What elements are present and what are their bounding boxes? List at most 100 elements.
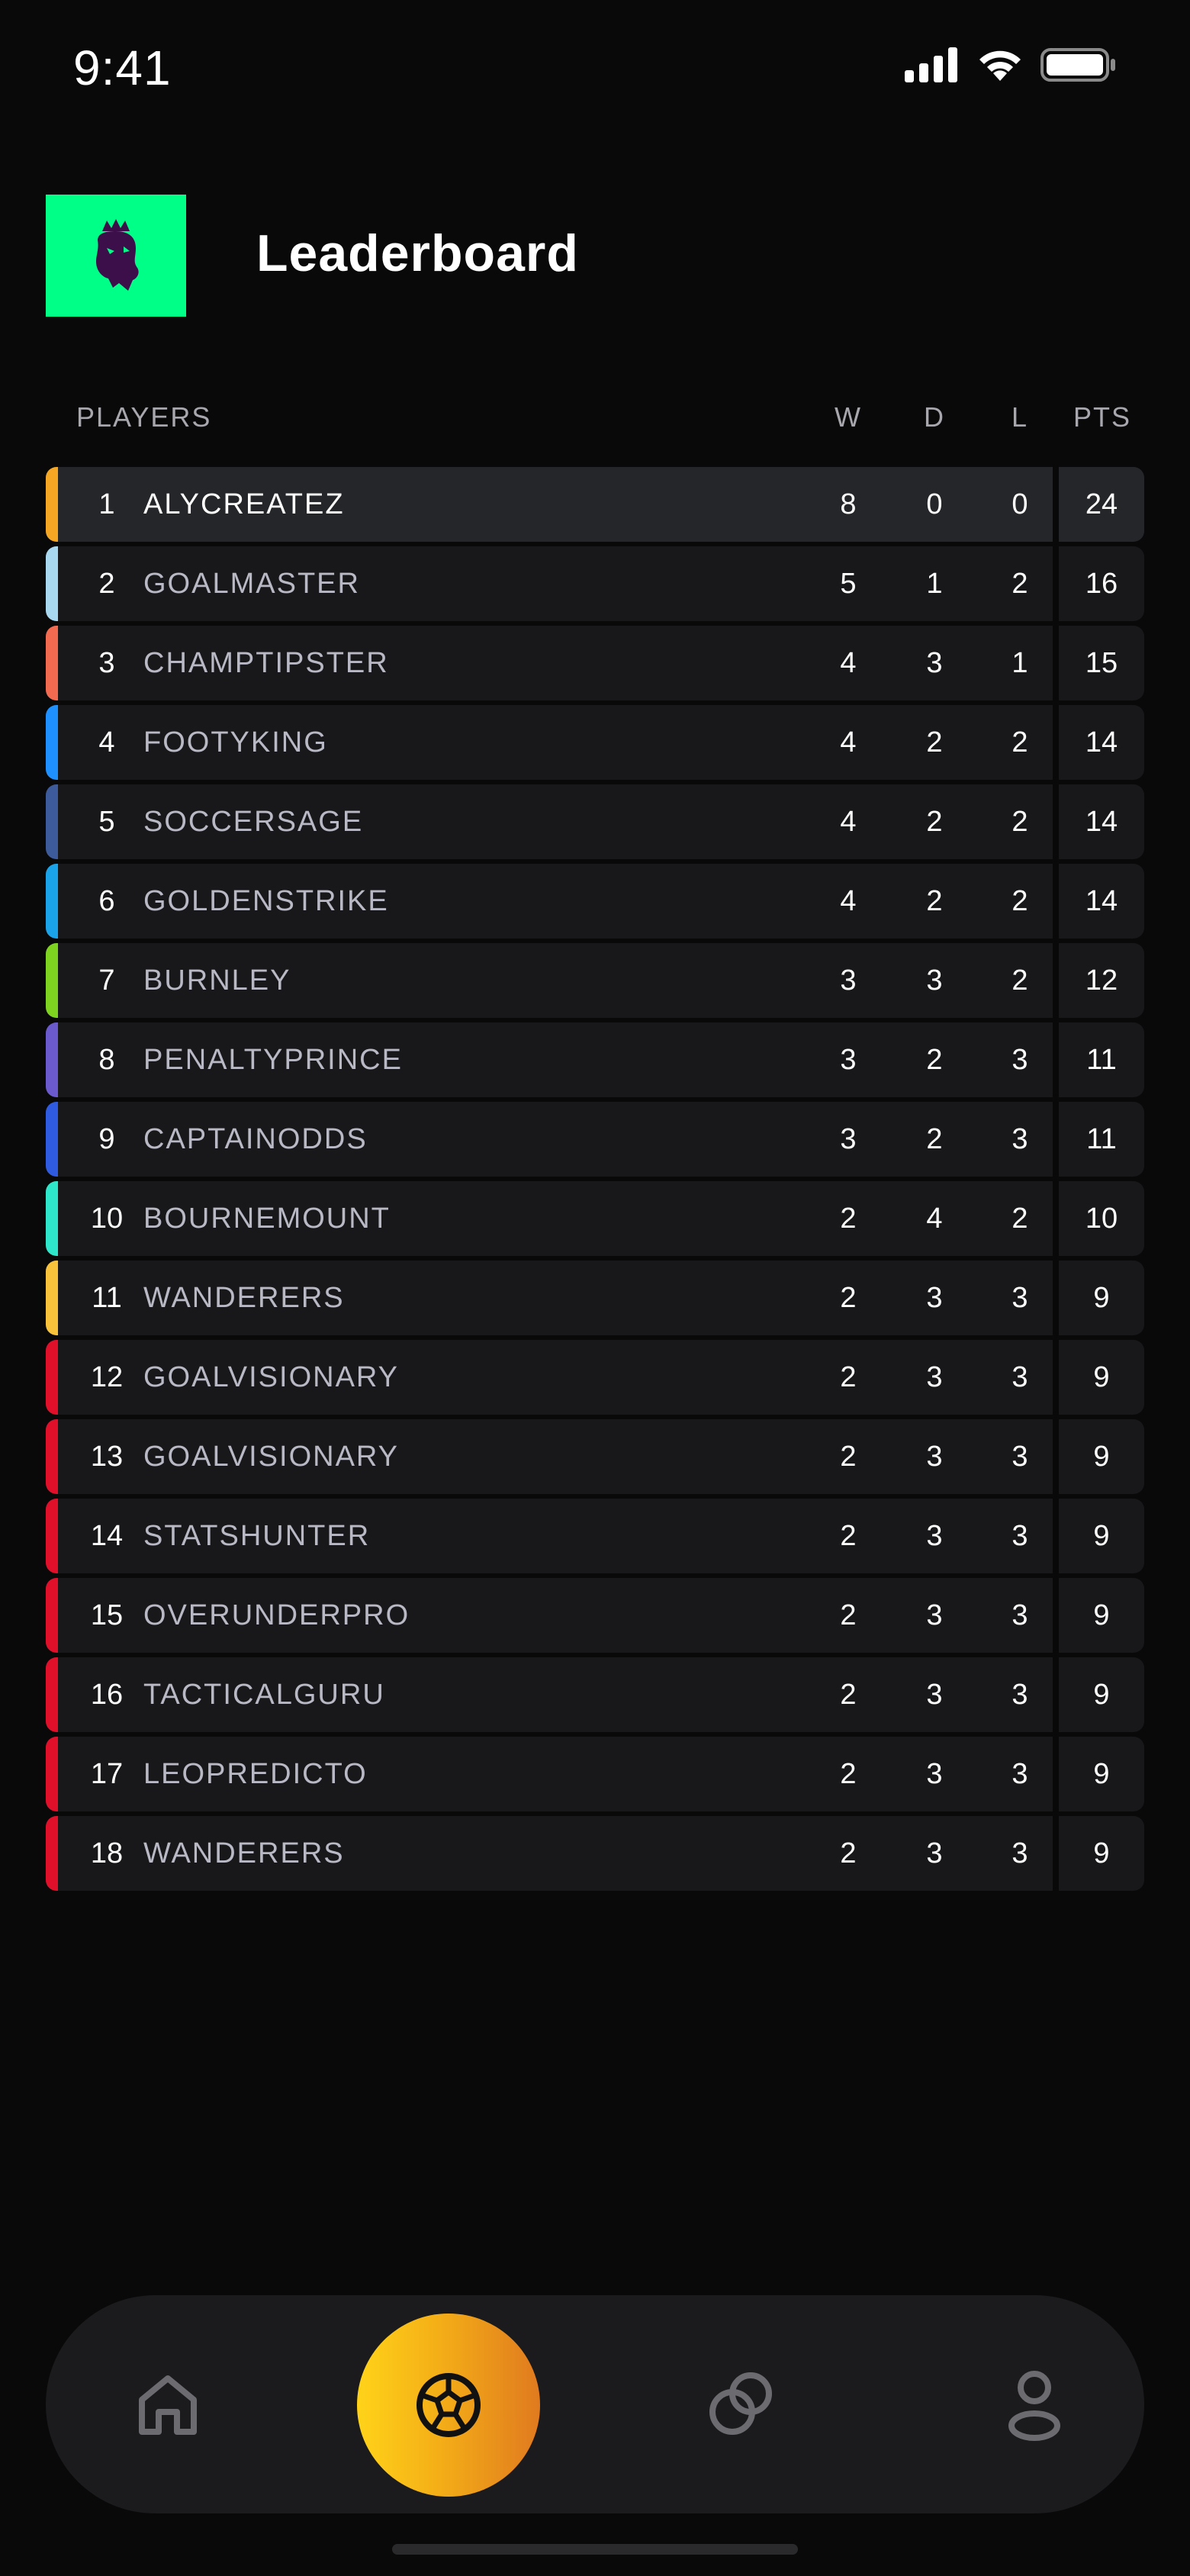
row-player-name: PENALTYPRINCE xyxy=(143,1043,403,1076)
row-wins: 3 xyxy=(840,1122,857,1155)
row-points: 14 xyxy=(1059,784,1144,859)
row-draws: 4 xyxy=(926,1202,943,1235)
table-row[interactable]: 12 GOALVISIONARY 2 3 3 9 xyxy=(46,1340,1144,1415)
row-main: 14 STATSHUNTER 2 3 3 xyxy=(46,1499,1053,1573)
row-player-name: TACTICALGURU xyxy=(143,1678,385,1711)
table-row[interactable]: 6 GOLDENSTRIKE 4 2 2 14 xyxy=(46,864,1144,939)
row-wins: 2 xyxy=(840,1440,857,1473)
row-wins: 2 xyxy=(840,1599,857,1631)
row-wins: 2 xyxy=(840,1519,857,1552)
team-color-accent xyxy=(46,1737,58,1811)
row-main: 12 GOALVISIONARY 2 3 3 xyxy=(46,1340,1053,1415)
row-rank: 1 xyxy=(98,488,115,520)
row-main: 13 GOALVISIONARY 2 3 3 xyxy=(46,1419,1053,1494)
row-losses: 3 xyxy=(1011,1281,1028,1314)
team-color-accent xyxy=(46,1261,58,1335)
team-color-accent xyxy=(46,943,58,1018)
table-row[interactable]: 11 WANDERERS 2 3 3 9 xyxy=(46,1261,1144,1335)
row-draws: 3 xyxy=(926,646,943,679)
table-row[interactable]: 10 BOURNEMOUNT 2 4 2 10 xyxy=(46,1181,1144,1256)
row-rank: 11 xyxy=(92,1281,122,1314)
row-points: 9 xyxy=(1059,1737,1144,1811)
row-main: 5 SOCCERSAGE 4 2 2 xyxy=(46,784,1053,859)
column-header-points: PTS xyxy=(1073,401,1131,433)
row-rank: 10 xyxy=(90,1202,124,1235)
row-wins: 3 xyxy=(840,1043,857,1076)
compare-icon xyxy=(709,2372,772,2435)
table-row[interactable]: 9 CAPTAINODDS 3 2 3 11 xyxy=(46,1102,1144,1177)
row-draws: 2 xyxy=(926,884,943,917)
row-wins: 2 xyxy=(840,1837,857,1869)
table-row[interactable]: 15 OVERUNDERPRO 2 3 3 9 xyxy=(46,1578,1144,1653)
row-rank: 7 xyxy=(98,964,115,997)
row-losses: 3 xyxy=(1011,1360,1028,1393)
row-draws: 2 xyxy=(926,1122,943,1155)
table-row[interactable]: 1 ALYCREATEZ 8 0 0 24 xyxy=(46,467,1144,542)
table-row[interactable]: 7 BURNLEY 3 3 2 12 xyxy=(46,943,1144,1018)
row-player-name: ALYCREATEZ xyxy=(143,488,345,520)
row-main: 6 GOLDENSTRIKE 4 2 2 xyxy=(46,864,1053,939)
table-row[interactable]: 3 CHAMPTIPSTER 4 3 1 15 xyxy=(46,626,1144,700)
nav-predictions-button[interactable] xyxy=(357,2314,540,2497)
nav-compare-button[interactable] xyxy=(687,2295,793,2513)
row-main: 10 BOURNEMOUNT 2 4 2 xyxy=(46,1181,1053,1256)
row-draws: 3 xyxy=(926,1281,943,1314)
row-points: 9 xyxy=(1059,1419,1144,1494)
row-losses: 0 xyxy=(1011,488,1028,520)
row-draws: 3 xyxy=(926,1360,943,1393)
table-row[interactable]: 17 LEOPREDICTO 2 3 3 9 xyxy=(46,1737,1144,1811)
row-points: 9 xyxy=(1059,1261,1144,1335)
team-color-accent xyxy=(46,705,58,780)
row-main: 16 TACTICALGURU 2 3 3 xyxy=(46,1657,1053,1732)
lion-crest-icon xyxy=(96,219,139,291)
nav-home-button[interactable] xyxy=(114,2295,221,2513)
row-player-name: STATSHUNTER xyxy=(143,1519,371,1552)
team-color-accent xyxy=(46,1578,58,1653)
row-points: 11 xyxy=(1059,1102,1144,1177)
team-color-accent xyxy=(46,1419,58,1494)
row-player-name: WANDERERS xyxy=(143,1837,345,1869)
row-losses: 3 xyxy=(1011,1519,1028,1552)
row-draws: 3 xyxy=(926,1678,943,1711)
team-color-accent xyxy=(46,1102,58,1177)
table-row[interactable]: 8 PENALTYPRINCE 3 2 3 11 xyxy=(46,1022,1144,1097)
nav-profile-button[interactable] xyxy=(981,2295,1088,2513)
table-row[interactable]: 5 SOCCERSAGE 4 2 2 14 xyxy=(46,784,1144,859)
status-icons xyxy=(905,47,1117,82)
team-color-accent xyxy=(46,1657,58,1732)
row-draws: 3 xyxy=(926,1757,943,1790)
row-losses: 2 xyxy=(1011,884,1028,917)
row-draws: 0 xyxy=(926,488,943,520)
row-wins: 4 xyxy=(840,726,857,758)
row-losses: 2 xyxy=(1011,726,1028,758)
table-header: PLAYERS W D L PTS xyxy=(46,397,1144,440)
row-points: 14 xyxy=(1059,705,1144,780)
row-rank: 15 xyxy=(90,1599,124,1631)
table-row[interactable]: 2 GOALMASTER 5 1 2 16 xyxy=(46,546,1144,621)
row-player-name: FOOTYKING xyxy=(143,726,328,758)
row-losses: 3 xyxy=(1011,1837,1028,1869)
column-header-players: PLAYERS xyxy=(76,401,212,433)
row-player-name: SOCCERSAGE xyxy=(143,805,364,838)
row-wins: 8 xyxy=(840,488,857,520)
row-draws: 3 xyxy=(926,1599,943,1631)
team-color-accent xyxy=(46,467,58,542)
row-player-name: OVERUNDERPRO xyxy=(143,1599,410,1631)
table-row[interactable]: 14 STATSHUNTER 2 3 3 9 xyxy=(46,1499,1144,1573)
table-row[interactable]: 16 TACTICALGURU 2 3 3 9 xyxy=(46,1657,1144,1732)
row-losses: 1 xyxy=(1011,646,1028,679)
row-points: 10 xyxy=(1059,1181,1144,1256)
table-row[interactable]: 4 FOOTYKING 4 2 2 14 xyxy=(46,705,1144,780)
row-main: 7 BURNLEY 3 3 2 xyxy=(46,943,1053,1018)
column-header-wins: W xyxy=(835,401,862,433)
row-rank: 16 xyxy=(90,1678,124,1711)
row-rank: 4 xyxy=(98,726,115,758)
row-player-name: GOALVISIONARY xyxy=(143,1440,400,1473)
row-points: 9 xyxy=(1059,1340,1144,1415)
team-color-accent xyxy=(46,864,58,939)
row-main: 3 CHAMPTIPSTER 4 3 1 xyxy=(46,626,1053,700)
row-points: 12 xyxy=(1059,943,1144,1018)
row-wins: 3 xyxy=(840,964,857,997)
table-row[interactable]: 13 GOALVISIONARY 2 3 3 9 xyxy=(46,1419,1144,1494)
table-row[interactable]: 18 WANDERERS 2 3 3 9 xyxy=(46,1816,1144,1891)
